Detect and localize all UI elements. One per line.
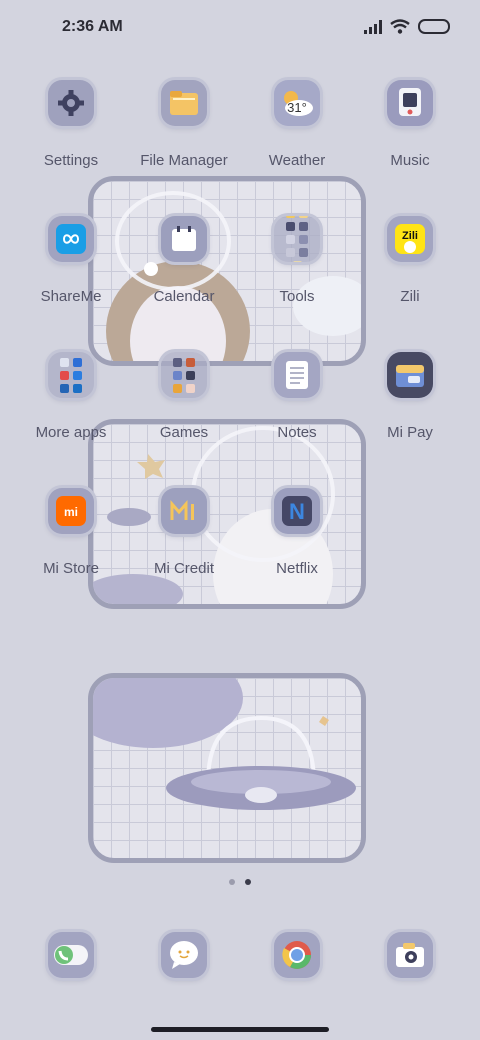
status-time: 2:36 AM xyxy=(62,18,123,35)
folder-icon xyxy=(161,80,207,126)
zili-icon: Zili xyxy=(387,216,433,262)
wallet-icon xyxy=(387,352,433,398)
mi-credit-icon xyxy=(161,488,207,534)
app-label: Mi Credit xyxy=(153,560,214,577)
app-label: File Manager xyxy=(140,152,228,169)
folder-grid-icon xyxy=(161,352,207,398)
calendar-icon xyxy=(161,216,207,262)
app-label: Mi Pay xyxy=(387,424,433,441)
weather-sun-cloud-icon: 31° xyxy=(274,80,320,126)
folder-grid-icon xyxy=(48,352,94,398)
battery-icon xyxy=(418,19,450,34)
app-label: Music xyxy=(390,152,430,169)
app-label: Mi Store xyxy=(43,560,99,577)
app-games-folder[interactable]: Games xyxy=(128,352,240,441)
phone-icon xyxy=(48,932,94,978)
svg-text:N: N xyxy=(289,499,305,524)
dock-messages[interactable] xyxy=(128,932,240,978)
app-netflix[interactable]: N Netflix xyxy=(241,488,353,577)
app-file-manager[interactable]: File Manager xyxy=(128,80,240,169)
app-label: Games xyxy=(159,424,209,441)
gear-icon xyxy=(48,80,94,126)
dock-camera[interactable] xyxy=(354,932,466,978)
app-label: Notes xyxy=(277,424,317,441)
message-bubble-icon xyxy=(161,932,207,978)
infinity-icon xyxy=(48,216,94,262)
app-mi-pay[interactable]: Mi Pay xyxy=(354,352,466,441)
svg-text:mi: mi xyxy=(64,505,78,519)
photo-widget-ufo[interactable] xyxy=(88,673,366,863)
app-more-apps-folder[interactable]: More apps xyxy=(15,352,127,441)
dock-browser[interactable] xyxy=(241,932,353,978)
app-settings[interactable]: Settings xyxy=(15,80,127,169)
app-calendar[interactable]: Calendar xyxy=(128,216,240,305)
app-mi-store[interactable]: mi Mi Store xyxy=(15,488,127,577)
app-label: ShareMe xyxy=(40,288,102,305)
app-tools-folder[interactable]: Tools xyxy=(241,216,353,305)
browser-icon xyxy=(274,932,320,978)
svg-text:31°: 31° xyxy=(287,100,307,115)
folder-grid-icon xyxy=(274,216,320,262)
app-label: Calendar xyxy=(153,288,215,305)
notes-icon xyxy=(274,352,320,398)
app-label: Netflix xyxy=(276,560,318,577)
dock-phone[interactable] xyxy=(15,932,127,978)
app-notes[interactable]: Notes xyxy=(241,352,353,441)
wifi-icon xyxy=(390,19,410,34)
ufo-illustration xyxy=(93,678,356,810)
mi-logo-icon: mi xyxy=(48,488,94,534)
app-shareme[interactable]: ShareMe xyxy=(15,216,127,305)
home-indicator[interactable] xyxy=(151,1027,329,1032)
camera-icon xyxy=(387,932,433,978)
page-dot-2[interactable] xyxy=(245,879,251,885)
signal-icon xyxy=(364,19,382,34)
app-label: Zili xyxy=(400,288,420,305)
app-label: Settings xyxy=(43,152,99,169)
app-mi-credit[interactable]: Mi Credit xyxy=(128,488,240,577)
page-indicator[interactable] xyxy=(0,879,480,885)
status-bar: 2:36 AM xyxy=(0,0,480,56)
app-zili[interactable]: Zili Zili xyxy=(354,216,466,305)
svg-text:Zili: Zili xyxy=(402,230,418,242)
app-weather[interactable]: 31° Weather xyxy=(241,80,353,169)
status-icons xyxy=(364,19,450,34)
music-player-icon xyxy=(387,80,433,126)
netflix-icon: N xyxy=(274,488,320,534)
app-music[interactable]: Music xyxy=(354,80,466,169)
app-label: Weather xyxy=(268,152,326,169)
app-label: More apps xyxy=(35,424,107,441)
page-dot-1[interactable] xyxy=(229,879,235,885)
app-label: Tools xyxy=(279,288,315,305)
